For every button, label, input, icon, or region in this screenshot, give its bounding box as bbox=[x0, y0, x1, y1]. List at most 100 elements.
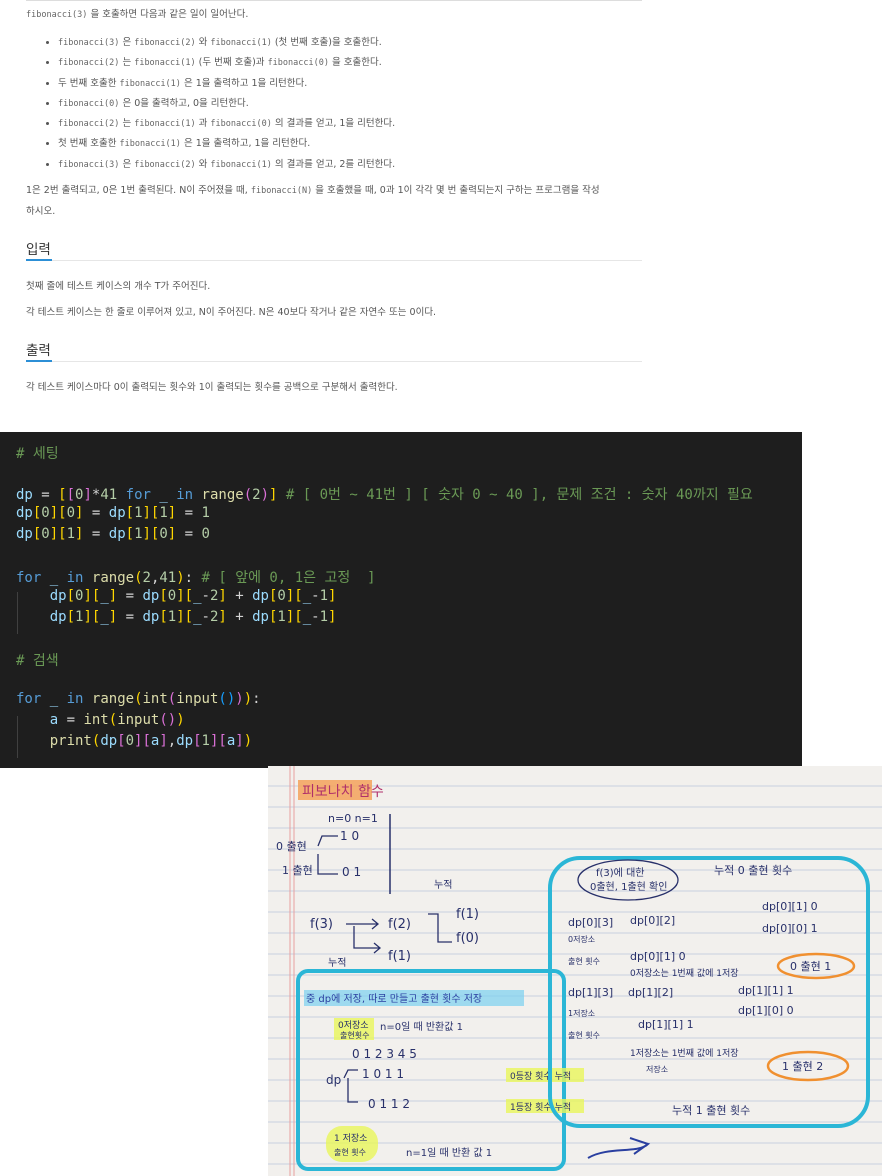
code-line[interactable]: print(dp[0][a],dp[1][a]) bbox=[16, 733, 252, 749]
note-text: 1저장소 bbox=[568, 1008, 595, 1018]
note-text: 0 1 2 3 4 5 bbox=[352, 1047, 417, 1061]
code-token: ] bbox=[108, 608, 118, 625]
inline-code: fibonacci(N) bbox=[250, 186, 313, 196]
code-token: ] bbox=[83, 487, 92, 504]
code-token: dp bbox=[100, 732, 118, 749]
note-text: 누적 bbox=[328, 957, 346, 969]
note-text: 출현 횟수 bbox=[568, 1030, 600, 1040]
code-token: 41 bbox=[100, 487, 118, 504]
code-token: ( bbox=[134, 691, 143, 708]
note-text: f(3)에 대한 bbox=[596, 867, 644, 879]
code-editor[interactable]: # 세팅 dp = [[0]*41 for _ in range(2)] # [ … bbox=[0, 432, 802, 768]
note-text: 0 출현 1 bbox=[790, 960, 831, 973]
code-token: ( bbox=[243, 487, 253, 504]
code-token: 0 bbox=[66, 505, 76, 522]
code-token: a bbox=[226, 732, 236, 749]
problem-description: fibonacci(3) 을 호출하면 다음과 같은 일이 일어난다. fibo… bbox=[0, 0, 882, 430]
note-text: dp bbox=[326, 1073, 341, 1087]
code-token: ][ bbox=[142, 525, 160, 542]
code-token: - bbox=[201, 608, 210, 625]
code-token: () bbox=[159, 712, 177, 729]
code-token: [ bbox=[66, 608, 76, 625]
inline-code: fibonacci(0) bbox=[210, 119, 272, 130]
code-token: ( bbox=[167, 691, 177, 708]
code-line[interactable]: dp[1][_] = dp[1][_-2] + dp[1][_-1] bbox=[16, 608, 337, 625]
step-text: 의 결과를 얻고, 2를 리턴한다. bbox=[271, 158, 396, 170]
note-text: n=1일 때 반환 값 1 bbox=[406, 1147, 492, 1159]
code-token: ][ bbox=[49, 525, 67, 542]
code-token: = bbox=[117, 608, 143, 625]
code-token: [ bbox=[58, 487, 67, 504]
code-line[interactable]: dp[0][0] = dp[1][1] = 1 bbox=[16, 505, 210, 521]
code-token: _ bbox=[159, 487, 168, 504]
step-text: 두 번째 호출한 bbox=[58, 77, 120, 89]
code-token: ][ bbox=[285, 587, 303, 604]
code-line[interactable]: dp[0][1] = dp[1][0] = 0 bbox=[16, 526, 210, 542]
code-token: = bbox=[117, 587, 143, 604]
code-line[interactable]: for _ in range(2,41): # [ 앞에 0, 1은 고정 ] bbox=[16, 567, 376, 587]
step-text: 과 bbox=[195, 118, 211, 130]
note-text: 0저장소는 1번째 값에 1저장 bbox=[630, 967, 739, 979]
summary-line-2: 하시오. bbox=[26, 206, 56, 217]
note-text: dp[0][1] 0 bbox=[630, 950, 686, 963]
code-token: 1 bbox=[134, 505, 143, 522]
note-text: 0출현, 1출현 확인 bbox=[590, 881, 667, 893]
divider bbox=[26, 0, 642, 1]
code-token: dp bbox=[252, 608, 269, 625]
code-token: dp bbox=[49, 587, 67, 604]
code-token: ][ bbox=[49, 505, 67, 522]
code-token: 1 bbox=[319, 608, 329, 625]
inline-code: fibonacci(0) bbox=[267, 58, 329, 69]
code-token: () bbox=[218, 691, 236, 708]
code-token: 1 bbox=[167, 608, 177, 625]
note-text: dp[1][1] 1 bbox=[638, 1018, 694, 1031]
call-step-item: fibonacci(3) 은 fibonacci(2) 와 fibonacci(… bbox=[58, 33, 395, 53]
code-token: = bbox=[176, 505, 202, 522]
code-token: ][ bbox=[285, 608, 303, 625]
code-token: [ bbox=[159, 608, 168, 625]
call-step-item: fibonacci(2) 는 fibonacci(1) 과 fibonacci(… bbox=[58, 114, 395, 134]
code-token: ) bbox=[243, 732, 253, 749]
note-text: 0저장소 bbox=[568, 934, 595, 944]
code-token: dp bbox=[16, 487, 33, 504]
note-text: dp[0][3] bbox=[568, 916, 613, 929]
code-token: # [ 0번 ~ 41번 ] [ 숫자 0 ~ 40 ], 문제 조건 : 숫자… bbox=[285, 487, 753, 504]
code-line[interactable]: # 세팅 bbox=[16, 443, 59, 463]
heading-underline bbox=[26, 259, 52, 261]
code-token: ) bbox=[176, 570, 185, 587]
code-token: in bbox=[66, 570, 84, 587]
code-line[interactable]: dp[0][_] = dp[0][_-2] + dp[0][_-1] bbox=[16, 587, 337, 604]
code-line[interactable]: # 검색 bbox=[16, 650, 59, 670]
note-text: f(3) bbox=[310, 917, 333, 932]
code-token: ][ bbox=[142, 505, 160, 522]
inline-code: fibonacci(1) bbox=[134, 119, 196, 130]
code-token: in bbox=[176, 487, 194, 504]
code-token: range bbox=[91, 691, 135, 708]
code-token: ][ bbox=[83, 587, 101, 604]
code-token: dp bbox=[142, 587, 160, 604]
code-token: _ bbox=[49, 570, 59, 587]
code-line[interactable]: a = int(input()) bbox=[16, 712, 185, 728]
code-line[interactable]: for _ in range(int(input())): bbox=[16, 691, 261, 707]
inline-code: fibonacci(1) bbox=[134, 58, 196, 69]
code-token: + bbox=[226, 587, 253, 604]
input-line-1: 첫째 줄에 테스트 케이스의 개수 T가 주어진다. bbox=[26, 281, 211, 292]
code-line[interactable]: dp = [[0]*41 for _ in range(2)] # [ 0번 ~… bbox=[16, 484, 753, 504]
note-text: 0 1 1 2 bbox=[368, 1097, 410, 1111]
code-token: ][ bbox=[134, 732, 151, 749]
step-text: 와 bbox=[195, 158, 211, 170]
code-token: 0 bbox=[201, 525, 210, 542]
code-token: = bbox=[176, 525, 202, 542]
code-token: 0 bbox=[41, 505, 50, 522]
code-token: [ bbox=[66, 587, 76, 604]
summary-text-b: 을 호출했을 때, 0과 1이 각각 몇 번 출력되는지 구하는 프로그램을 작… bbox=[312, 185, 600, 196]
notes-drawing: 피보나치 함수 n=0 n=1 0 출현 1 0 1 출현 0 1 f(3) f… bbox=[268, 766, 882, 1176]
note-text: 0저장소 bbox=[338, 1020, 369, 1031]
code-token: int bbox=[83, 712, 109, 729]
code-token: ] bbox=[108, 587, 118, 604]
